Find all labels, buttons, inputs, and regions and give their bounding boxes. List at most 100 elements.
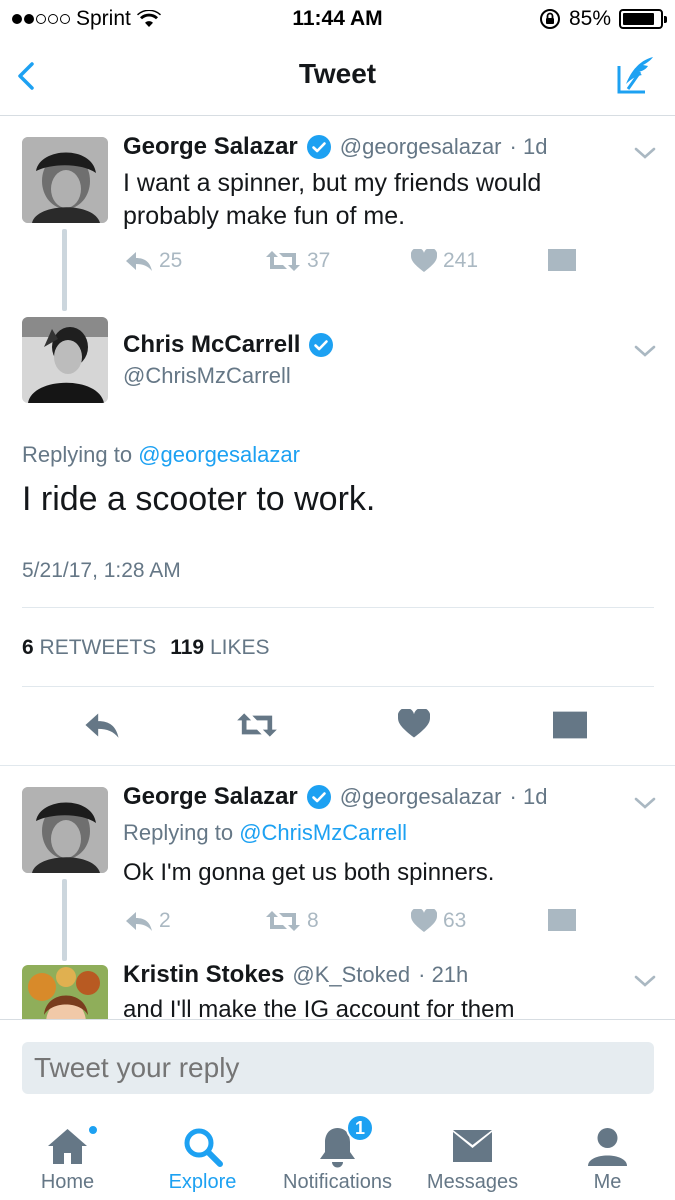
nav-bar: Tweet [0, 38, 675, 116]
tweet-actions: 2 8 63 [123, 909, 583, 939]
tab-explore[interactable]: Explore [135, 1110, 270, 1200]
author-handle[interactable]: @K_Stoked [292, 962, 410, 988]
chevron-down-icon[interactable] [633, 145, 657, 161]
tab-home[interactable]: Home [0, 1110, 135, 1200]
avatar[interactable] [22, 317, 108, 403]
chevron-down-icon[interactable] [633, 343, 657, 359]
dm-button[interactable] [548, 909, 576, 931]
tweet-text: and I'll make the IG account for them [123, 996, 515, 1019]
replying-to-link[interactable]: @georgesalazar [138, 442, 300, 467]
heart-icon [411, 249, 437, 272]
tweet-text: Ok I'm gonna get us both spinners. [123, 859, 495, 886]
likes-label: LIKES [209, 636, 270, 659]
orientation-lock-icon [539, 9, 560, 29]
tweet-text: I ride a scooter to work. [22, 480, 376, 518]
battery-percent: 85% [568, 7, 611, 30]
compose-tweet-icon[interactable] [615, 54, 657, 96]
dm-button[interactable] [548, 249, 576, 271]
divider [22, 607, 654, 608]
retweet-button[interactable]: 37 [265, 249, 330, 273]
reply-tweet[interactable]: Kristin Stokes @K_Stoked · 21h and I'll … [0, 947, 675, 1019]
section-divider [0, 765, 675, 766]
retweets-label: RETWEETS [39, 636, 157, 659]
tab-notifications[interactable]: 1 Notifications [270, 1110, 405, 1200]
verified-badge-icon [309, 333, 334, 357]
replying-to-link[interactable]: @ChrisMzCarrell [239, 820, 407, 845]
retweet-icon[interactable] [236, 711, 278, 739]
like-button[interactable]: 241 [411, 249, 478, 273]
heart-icon [411, 909, 437, 932]
tweet-header: George Salazar @georgesalazar · 1d [123, 783, 547, 811]
retweet-count: 37 [307, 249, 331, 272]
tweet-header: Chris McCarrell [123, 331, 334, 359]
reply-count: 25 [159, 249, 183, 272]
chevron-down-icon[interactable] [633, 795, 657, 811]
page-title: Tweet [298, 58, 377, 89]
divider [22, 686, 654, 687]
retweet-count: 8 [307, 909, 319, 932]
avatar[interactable] [22, 137, 108, 223]
reply-button[interactable]: 25 [125, 249, 182, 273]
reply-count: 2 [159, 909, 171, 932]
heart-icon[interactable] [398, 709, 430, 739]
parent-tweet[interactable]: George Salazar @georgesalazar · 1d I wan… [0, 117, 675, 311]
author-name[interactable]: Kristin Stokes [123, 961, 284, 989]
reply-button[interactable]: 2 [125, 909, 171, 933]
like-button[interactable]: 63 [411, 909, 466, 933]
reply-icon [126, 912, 152, 931]
envelope-icon[interactable] [553, 711, 587, 739]
thread-line [62, 229, 67, 311]
tweet-stats: 6 RETWEETS 119 LIKES [22, 636, 269, 660]
author-name[interactable]: Chris McCarrell [123, 331, 300, 359]
retweets-stat[interactable]: 6 RETWEETS [22, 636, 156, 660]
retweet-total: 6 [22, 636, 34, 659]
tab-label: Me [593, 1171, 622, 1193]
person-icon [588, 1128, 627, 1166]
replying-to-label: Replying to [123, 820, 234, 845]
status-bar: Sprint 11:44 AM 85% [0, 0, 675, 38]
tab-messages[interactable]: Messages [405, 1110, 540, 1200]
battery-icon [619, 9, 667, 29]
reply-input[interactable] [22, 1042, 654, 1094]
reply-tweet[interactable]: George Salazar @georgesalazar · 1d Reply… [0, 767, 675, 961]
author-handle[interactable]: @ChrisMzCarrell [123, 363, 291, 389]
author-name[interactable]: George Salazar [123, 133, 298, 161]
likes-stat[interactable]: 119 LIKES [170, 636, 269, 660]
tab-label: Home [40, 1171, 95, 1193]
envelope-icon [548, 909, 576, 931]
tab-me[interactable]: Me [540, 1110, 675, 1200]
tab-label: Explore [168, 1171, 237, 1193]
chevron-down-icon[interactable] [633, 973, 657, 989]
focused-tweet-actions [0, 707, 675, 747]
tweet-age: · 1d [509, 134, 548, 159]
tweet-age: · 21h [418, 962, 469, 987]
like-count: 63 [443, 909, 467, 932]
like-total: 119 [170, 636, 205, 659]
tab-bar: Home Explore 1 Notifications Messages Me [0, 1110, 675, 1200]
replying-to-label: Replying to [22, 442, 133, 467]
verified-badge-icon [306, 785, 331, 809]
tweet-age: · 1d [509, 784, 548, 809]
author-handle[interactable]: @georgesalazar [340, 134, 502, 160]
avatar[interactable] [22, 787, 108, 873]
notification-badge: 1 [346, 1114, 374, 1142]
retweet-icon [266, 911, 300, 931]
author-handle[interactable]: @georgesalazar [340, 784, 502, 810]
verified-badge-icon [306, 135, 331, 159]
envelope-icon [453, 1130, 492, 1162]
retweet-button[interactable]: 8 [265, 909, 319, 933]
reply-icon[interactable] [84, 711, 120, 739]
tweet-header: George Salazar @georgesalazar · 1d [123, 133, 547, 161]
envelope-icon [548, 249, 576, 271]
tweet-header: Kristin Stokes @K_Stoked · 21h [123, 961, 468, 989]
avatar[interactable] [22, 965, 108, 1019]
replying-to: Replying to @georgesalazar [22, 442, 300, 468]
retweet-icon [266, 251, 300, 271]
author-name[interactable]: George Salazar [123, 783, 298, 811]
tweet-actions: 25 37 241 [123, 249, 583, 279]
replying-to: Replying to @ChrisMzCarrell [123, 820, 407, 846]
tab-label: Notifications [283, 1171, 392, 1193]
tab-label: Messages [426, 1171, 519, 1193]
reply-composer [0, 1019, 675, 1110]
focused-tweet: Chris McCarrell @ChrisMzCarrell Replying… [0, 317, 675, 767]
